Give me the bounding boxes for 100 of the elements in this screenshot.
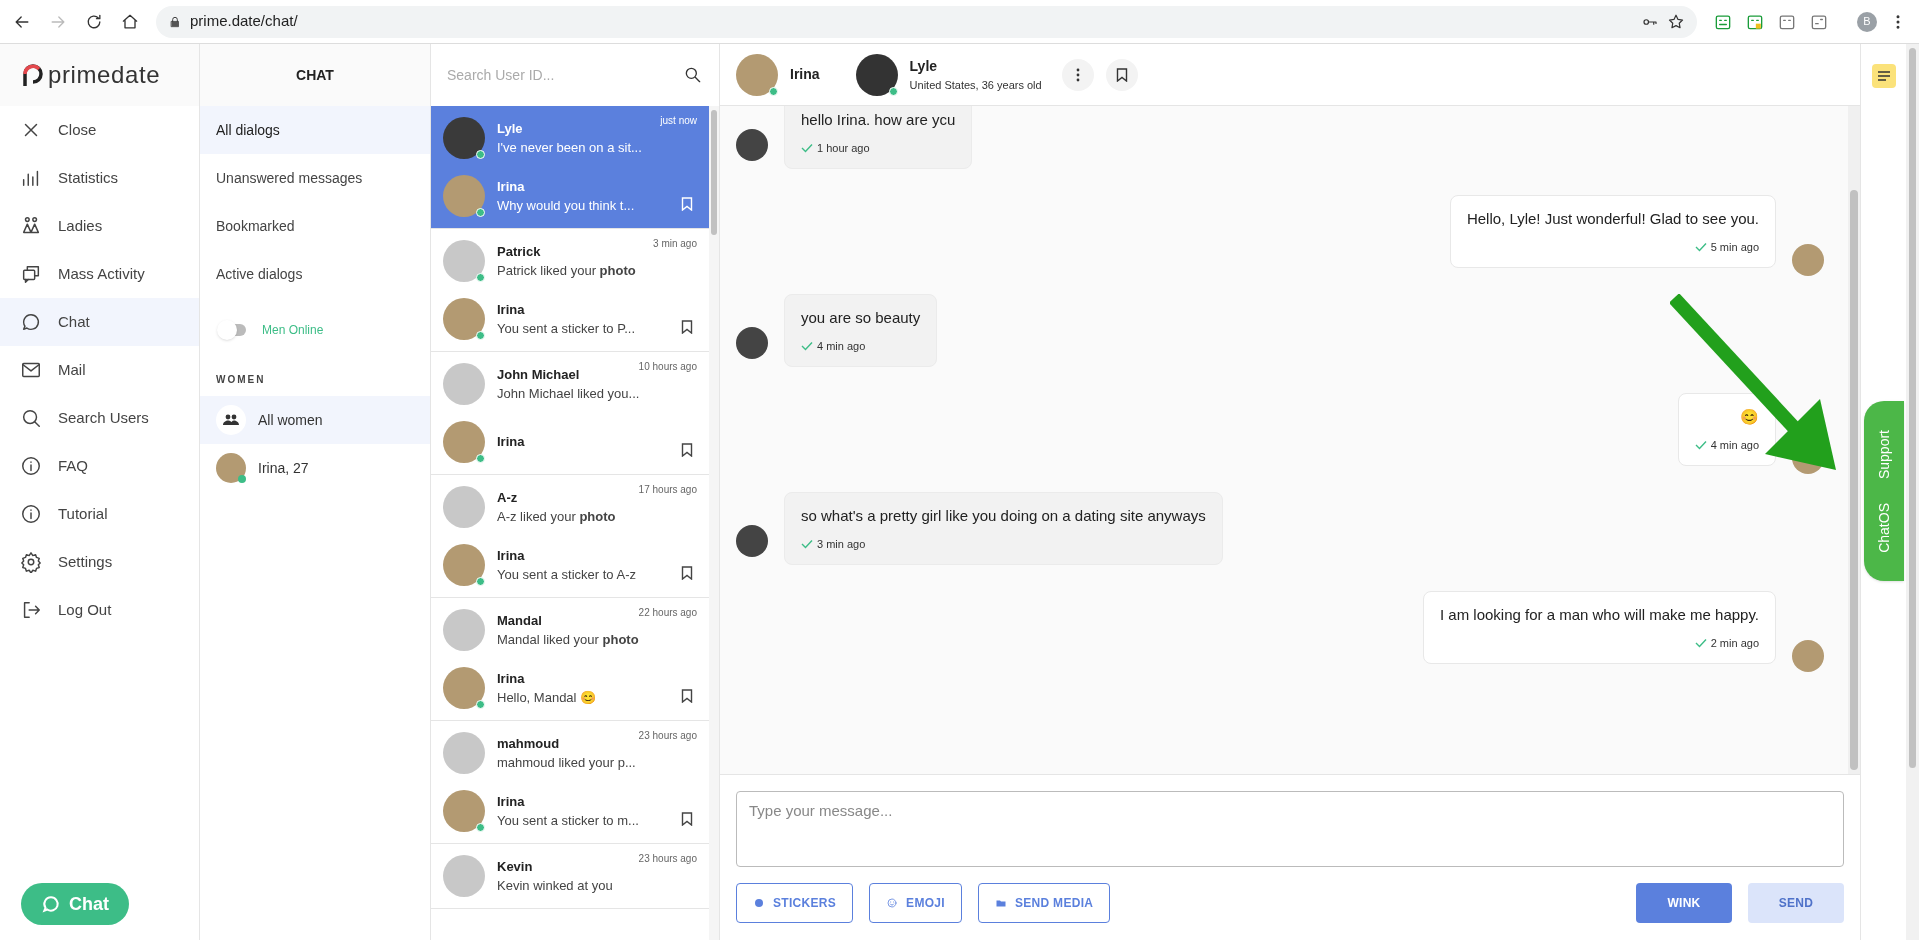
contact-name: Patrick — [497, 242, 541, 261]
message-time: 4 min ago — [801, 337, 866, 354]
message-text: so what's a pretty girl like you doing on a dating site anyways — [801, 506, 1206, 526]
avatar-photo — [736, 129, 768, 161]
tool-button[interactable]: EMOJI — [869, 883, 962, 923]
contact-name: Kevin — [497, 857, 533, 876]
filter-item[interactable]: Active dialogs — [200, 250, 430, 298]
nav-item[interactable]: Log Out — [0, 586, 199, 634]
nav-item[interactable]: Search Users — [0, 394, 199, 442]
speech-bubble-icon — [20, 311, 42, 333]
panel-title: CHAT — [296, 65, 334, 85]
contact-name: Irina — [497, 792, 525, 811]
star-icon[interactable] — [1667, 12, 1685, 31]
message-time: 1 hour ago — [801, 139, 870, 156]
message-preview: A-z liked your photo — [497, 508, 616, 526]
avatar-photo — [736, 327, 768, 359]
contact-name: Irina — [497, 300, 525, 319]
bookmark-button[interactable] — [1105, 58, 1138, 91]
filter-item[interactable]: Unanswered messages — [200, 154, 430, 202]
bookmark-icon[interactable] — [681, 812, 693, 826]
logo-icon — [20, 62, 44, 88]
toggle-label: Men Online — [262, 322, 324, 339]
filter-item[interactable]: Bookmarked — [200, 202, 430, 250]
timestamp: 23 hours ago — [638, 728, 697, 743]
contact-name: Lyle — [909, 56, 939, 76]
group-icon — [216, 405, 246, 435]
message-preview: Why would you think t... — [497, 197, 635, 215]
dialog-card[interactable]: Lyle just now I've never been on a sit... Irina Why would you think t... — [431, 106, 709, 229]
more-icon — [1075, 67, 1080, 82]
scrollbar[interactable] — [1848, 106, 1860, 774]
tab-label: Support — [1874, 429, 1893, 479]
tool-button[interactable]: STICKERS — [736, 883, 854, 923]
nav-item[interactable]: Mail — [0, 346, 199, 394]
contact-name: Irina — [790, 65, 820, 84]
women-label: All women — [258, 410, 323, 430]
address-bar[interactable]: prime.date/chat/ — [156, 5, 1697, 38]
search-field[interactable]: Search User ID... — [447, 64, 675, 86]
message-text: hello Irina. how are ycu — [801, 110, 956, 130]
message-text: you are so beauty — [801, 308, 921, 328]
contact-name: Mandal — [497, 611, 542, 630]
nav-item[interactable]: Ladies — [0, 202, 199, 250]
contact-name: John Michael — [497, 365, 580, 384]
message-preview: mahmoud liked your p... — [497, 754, 636, 772]
nav-item[interactable]: Settings — [0, 538, 199, 586]
message-text: Hello, Lyle! Just wonderful! Glad to see you. — [1466, 209, 1759, 229]
contact-name: Irina — [497, 546, 525, 565]
message-preview: Hello, Mandal 😊 — [497, 689, 597, 707]
avatar-photo — [1792, 244, 1824, 276]
message-preview: You sent a sticker to P... — [497, 320, 636, 338]
url-text: prime.date/chat/ — [190, 11, 298, 32]
message-preview: You sent a sticker to m... — [497, 812, 639, 830]
message-preview: Patrick liked your photo — [497, 262, 636, 280]
bookmark-icon[interactable] — [681, 443, 693, 457]
bookmark-icon[interactable] — [681, 689, 693, 703]
contact-name: Irina — [497, 177, 525, 196]
search-icon — [20, 407, 42, 429]
message-time: 4 min ago — [1694, 436, 1759, 453]
nav-item[interactable]: Chat — [0, 298, 199, 346]
avatar-photo — [736, 525, 768, 557]
nav-item[interactable]: Statistics — [0, 154, 199, 202]
message-time: 3 min ago — [801, 535, 866, 552]
nav-item[interactable]: Mass Activity — [0, 250, 199, 298]
bookmark-icon[interactable] — [681, 566, 693, 580]
message-preview: You sent a sticker to A-z — [497, 566, 636, 584]
check-icon — [1694, 637, 1707, 648]
settings-icon — [20, 551, 42, 573]
contact-details: United States, 36 years old — [909, 77, 1042, 93]
logo-text: primedate — [48, 60, 161, 90]
bookmark-icon — [1115, 67, 1128, 82]
nav-item[interactable]: Tutorial — [0, 490, 199, 538]
scrollbar[interactable] — [709, 106, 719, 940]
info-icon — [20, 455, 42, 477]
filter-item[interactable]: All dialogs — [200, 106, 430, 154]
women-label: Irina, 27 — [258, 458, 309, 478]
message-input[interactable]: Type your message... — [736, 791, 1844, 867]
stacked-windows-icon — [20, 263, 42, 285]
contact-name: Irina — [497, 433, 525, 452]
timestamp: 10 hours ago — [638, 359, 697, 374]
check-icon — [1694, 241, 1707, 252]
scrollbar[interactable] — [1906, 44, 1919, 940]
women-item[interactable]: Irina, 27 — [200, 444, 430, 492]
wink-button[interactable]: WINK — [1636, 883, 1732, 923]
notes-icon[interactable] — [1871, 64, 1896, 88]
check-icon — [801, 538, 813, 549]
check-icon — [801, 142, 813, 153]
message-time: 5 min ago — [1694, 238, 1759, 255]
nav-item[interactable]: Close — [0, 106, 199, 154]
search-icon[interactable] — [683, 65, 703, 85]
message-preview: Mandal liked your photo — [497, 631, 639, 649]
message-preview: Kevin winked at you — [497, 877, 613, 895]
message-time: 2 min ago — [1694, 634, 1759, 651]
speech-bubble-icon — [41, 894, 61, 914]
message-text: 😊 — [1740, 407, 1759, 427]
bookmark-icon[interactable] — [681, 320, 693, 334]
nav-item[interactable]: FAQ — [0, 442, 199, 490]
message-text: I am looking for a man who will make me happy. — [1439, 605, 1759, 625]
timestamp: 17 hours ago — [638, 482, 697, 497]
timestamp: 22 hours ago — [638, 605, 697, 620]
women-item[interactable]: All women — [200, 396, 430, 444]
tool-button[interactable]: SEND MEDIA — [977, 883, 1111, 923]
